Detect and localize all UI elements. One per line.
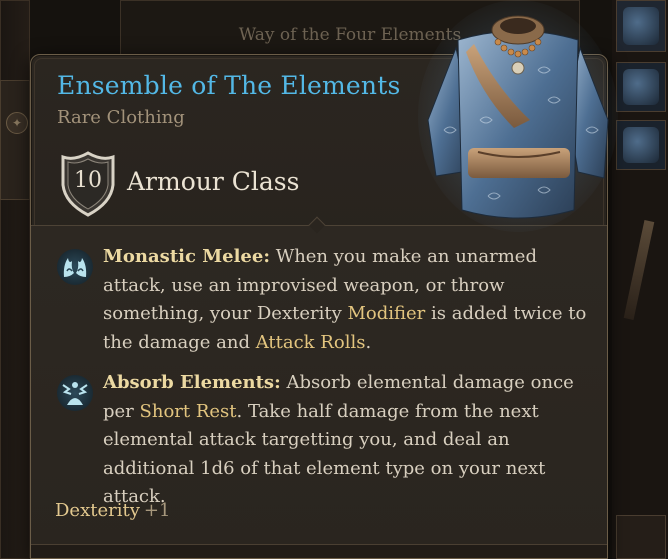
boots-icon bbox=[623, 127, 659, 163]
background-left-strip bbox=[0, 80, 30, 200]
background-passive-icon[interactable]: ✦ bbox=[6, 112, 28, 134]
equipment-slot-ring[interactable] bbox=[616, 515, 666, 559]
feature-absorb-elements[interactable]: Absorb Elements: Absorb elemental damage… bbox=[51, 369, 587, 507]
gloves-icon bbox=[623, 69, 659, 105]
item-name: Ensemble of The Elements bbox=[57, 71, 401, 100]
armour-class-value: 10 bbox=[74, 168, 102, 193]
keyword-attack-rolls[interactable]: Attack Rolls bbox=[256, 332, 366, 353]
stat-bonus[interactable]: Dexterity +1 bbox=[55, 500, 170, 521]
equipment-slot-gloves[interactable] bbox=[616, 62, 666, 112]
equipment-slot-boots[interactable] bbox=[616, 120, 666, 170]
feature-text-part: . bbox=[365, 331, 372, 353]
tooltip-bottom-bar bbox=[31, 544, 607, 558]
absorb-elements-icon bbox=[57, 375, 93, 411]
feature-monastic-melee[interactable]: Monastic Melee: When you make an unarmed… bbox=[51, 243, 587, 359]
stat-name: Dexterity bbox=[55, 500, 140, 521]
feature-title: Absorb Elements: bbox=[103, 372, 281, 393]
feature-text: Absorb Elements: Absorb elemental damage… bbox=[103, 369, 587, 512]
item-rarity: Rare Clothing bbox=[57, 107, 185, 128]
keyword-short-rest[interactable]: Short Rest bbox=[140, 401, 237, 422]
equipment-slot-chest[interactable] bbox=[616, 0, 666, 52]
keyword-modifier[interactable]: Modifier bbox=[347, 303, 425, 324]
stat-value: +1 bbox=[143, 500, 171, 521]
feature-title: Monastic Melee: bbox=[103, 246, 270, 267]
robe-item-art bbox=[418, 0, 618, 232]
monk-flame-fists-icon bbox=[57, 249, 93, 285]
feature-text: Monastic Melee: When you make an unarmed… bbox=[103, 243, 587, 357]
chest-armour-icon bbox=[623, 7, 659, 45]
armour-class-label: Armour Class bbox=[127, 167, 300, 196]
